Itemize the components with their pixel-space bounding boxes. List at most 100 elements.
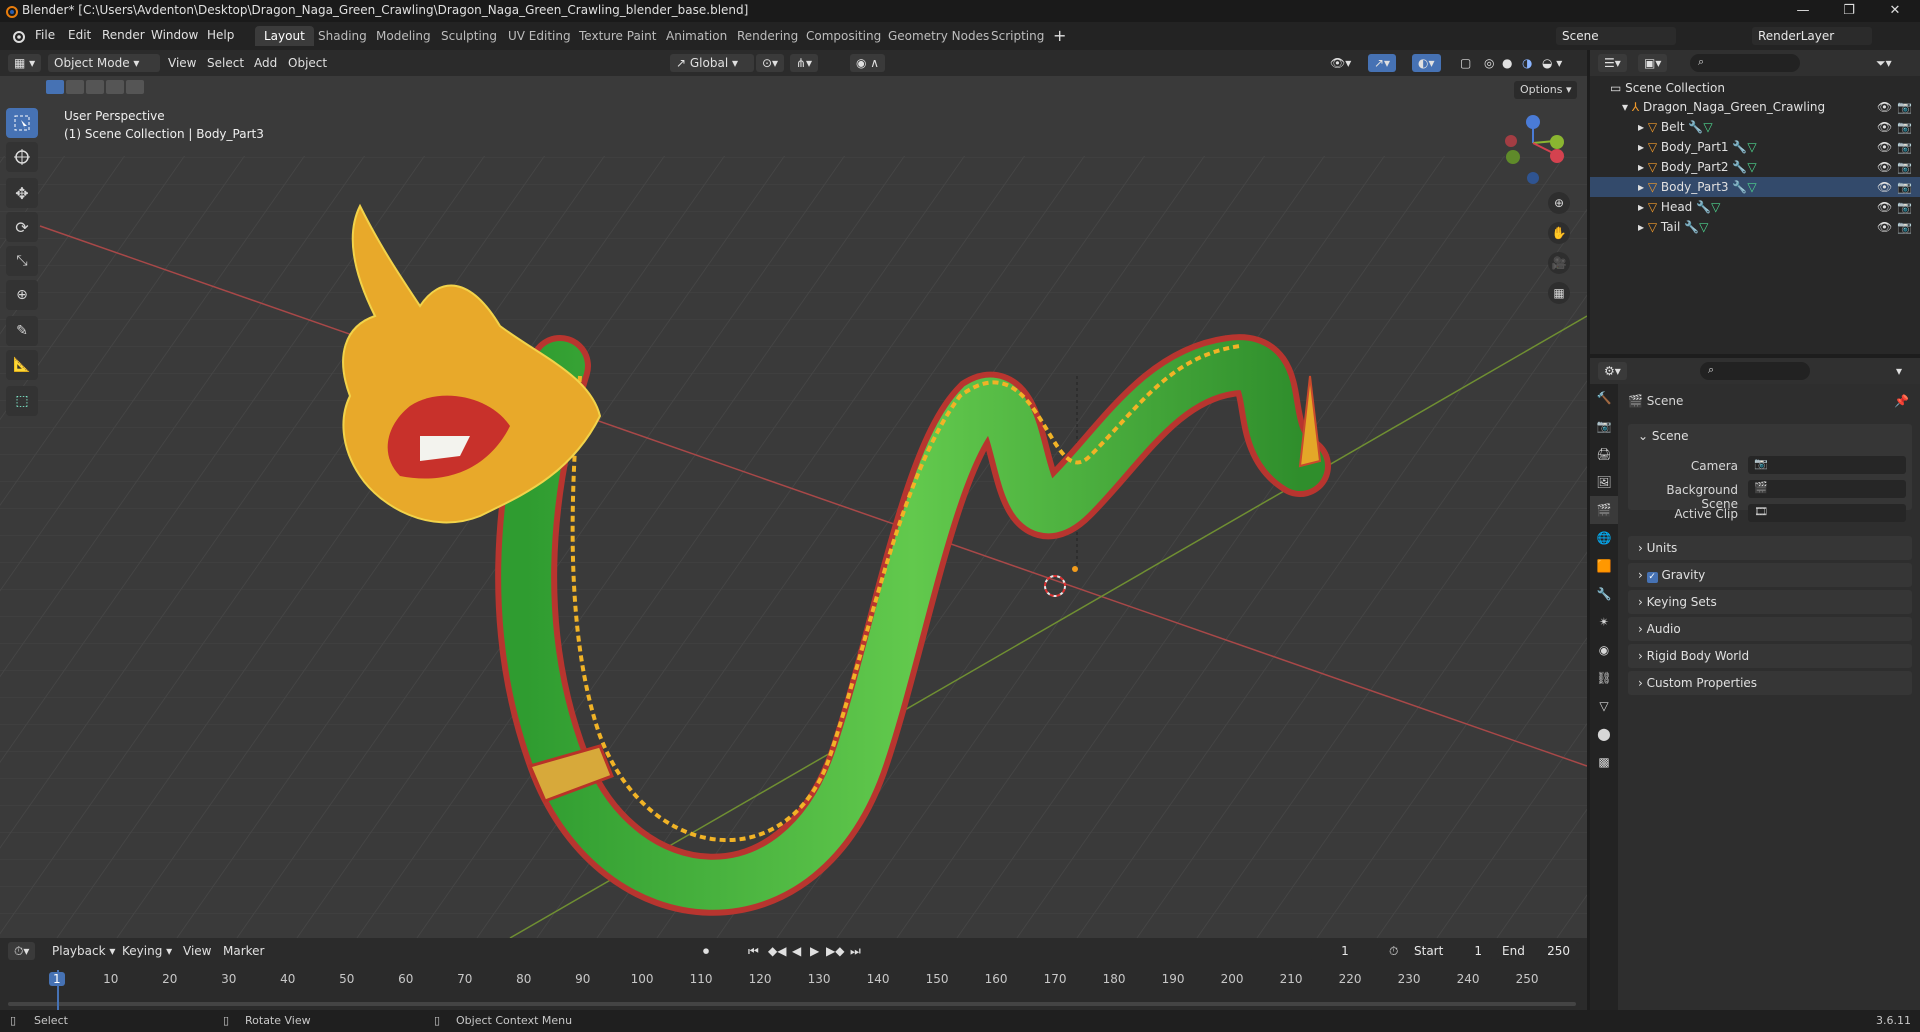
- object-tab-icon[interactable]: 🟧: [1590, 552, 1618, 580]
- render-camera-icon[interactable]: 📷: [1897, 177, 1912, 197]
- visibility-eye-icon[interactable]: 👁: [1877, 177, 1892, 197]
- scene-selector[interactable]: Scene: [1556, 27, 1676, 45]
- select-extend-icon[interactable]: [66, 80, 84, 94]
- menu-file[interactable]: File: [35, 28, 55, 42]
- prev-keyframe-icon[interactable]: ◆◀: [768, 942, 786, 960]
- rotate-tool-icon[interactable]: ⟳: [6, 212, 38, 242]
- annotate-tool-icon[interactable]: ✎: [6, 316, 38, 346]
- view-layer-tab-icon[interactable]: 🖼: [1590, 468, 1618, 496]
- expand-arrow-icon[interactable]: ▾: [1622, 100, 1628, 114]
- camera-view-icon[interactable]: 🎥: [1548, 252, 1570, 274]
- select-invert-icon[interactable]: [106, 80, 124, 94]
- cursor-tool-icon[interactable]: [6, 142, 38, 172]
- render-camera-icon[interactable]: 📷: [1897, 197, 1912, 217]
- pan-hand-icon[interactable]: ✋: [1548, 222, 1570, 244]
- material-tab-icon[interactable]: ⬤: [1590, 720, 1618, 748]
- expand-arrow-icon[interactable]: ▸: [1638, 220, 1644, 234]
- camera-field[interactable]: 📷: [1748, 456, 1906, 474]
- menu-playback[interactable]: Playback ▾: [52, 942, 115, 960]
- options-dropdown[interactable]: Options ▾: [1514, 81, 1578, 99]
- select-subtract-icon[interactable]: [86, 80, 104, 94]
- modifier-tab-icon[interactable]: 🔧: [1590, 580, 1618, 608]
- gravity-checkbox[interactable]: ✓: [1646, 572, 1658, 583]
- expand-arrow-icon[interactable]: ▸: [1638, 200, 1644, 214]
- visibility-eye-icon[interactable]: 👁: [1877, 97, 1892, 117]
- timeline-scrollbar[interactable]: [8, 1002, 1576, 1006]
- proportional-edit-icon[interactable]: ◉ ∧: [850, 54, 886, 72]
- next-keyframe-icon[interactable]: ▶◆: [826, 942, 844, 960]
- record-icon[interactable]: ⏺: [703, 942, 709, 960]
- outliner-item-body-part1[interactable]: ▸ ▽ Body_Part1 🔧▽ 👁 📷: [1590, 137, 1920, 157]
- minimize-button[interactable]: —: [1780, 0, 1826, 22]
- visibility-icon[interactable]: 👁▾: [1330, 54, 1351, 72]
- section-custom-properties[interactable]: › Custom Properties: [1628, 671, 1912, 695]
- blender-menu-icon[interactable]: [10, 28, 26, 44]
- select-new-icon[interactable]: [46, 80, 64, 94]
- tab-animation[interactable]: Animation: [657, 26, 736, 46]
- output-tab-icon[interactable]: 🖨: [1590, 440, 1618, 468]
- tab-uv-editing[interactable]: UV Editing: [499, 26, 580, 46]
- current-frame-field[interactable]: 1: [1309, 942, 1381, 960]
- expand-arrow-icon[interactable]: ▸: [1638, 120, 1644, 134]
- overlay-toggle-icon[interactable]: ◐▾: [1412, 54, 1441, 72]
- tool-tab-icon[interactable]: 🔨: [1590, 384, 1618, 412]
- menu-keying[interactable]: Keying ▾: [122, 942, 172, 960]
- shading-wireframe-icon[interactable]: ◎: [1484, 54, 1494, 72]
- select-box-tool-icon[interactable]: [6, 108, 38, 138]
- expand-arrow-icon[interactable]: ▸: [1638, 180, 1644, 194]
- pin-icon[interactable]: 📌: [1894, 394, 1909, 408]
- 3d-viewport[interactable]: User Perspective (1) Scene Collection | …: [0, 76, 1587, 938]
- pivot-icon[interactable]: ⊙▾: [756, 54, 785, 72]
- scale-tool-icon[interactable]: ⤡: [6, 246, 38, 276]
- visibility-eye-icon[interactable]: 👁: [1877, 137, 1892, 157]
- outliner-item-belt[interactable]: ▸ ▽ Belt 🔧▽ 👁 📷: [1590, 117, 1920, 137]
- scene-panel-header[interactable]: ⌄ Scene: [1628, 429, 1688, 443]
- visibility-eye-icon[interactable]: 👁: [1877, 117, 1892, 137]
- orientation-dropdown[interactable]: ↗ Global ▾: [670, 54, 754, 72]
- editor-type-icon[interactable]: ▦ ▾: [8, 54, 42, 72]
- timeline-editor-type-icon[interactable]: ⏱▾: [8, 942, 36, 960]
- menu-view[interactable]: View: [168, 54, 196, 72]
- menu-add[interactable]: Add: [254, 54, 277, 72]
- tab-layout[interactable]: Layout: [255, 26, 314, 46]
- world-tab-icon[interactable]: 🌐: [1590, 524, 1618, 552]
- particles-tab-icon[interactable]: ✴: [1590, 608, 1618, 636]
- active-clip-field[interactable]: 🎞: [1748, 504, 1906, 522]
- constraints-tab-icon[interactable]: ⛓: [1590, 664, 1618, 692]
- zoom-icon[interactable]: ⊕: [1548, 192, 1570, 214]
- properties-options-icon[interactable]: ▾: [1896, 362, 1902, 380]
- section-gravity[interactable]: › ✓ Gravity: [1628, 563, 1912, 587]
- perspective-toggle-icon[interactable]: ▦: [1548, 282, 1570, 304]
- visibility-eye-icon[interactable]: 👁: [1877, 197, 1892, 217]
- gizmo-toggle-icon[interactable]: ↗▾: [1368, 54, 1397, 72]
- section-rigid-body-world[interactable]: › Rigid Body World: [1628, 644, 1912, 668]
- render-camera-icon[interactable]: 📷: [1897, 157, 1912, 177]
- expand-arrow-icon[interactable]: ▸: [1638, 140, 1644, 154]
- tab-compositing[interactable]: Compositing: [797, 26, 890, 46]
- preview-range-icon[interactable]: ⏱: [1389, 942, 1398, 960]
- render-camera-icon[interactable]: 📷: [1897, 217, 1912, 237]
- display-mode-icon[interactable]: ▣▾: [1638, 54, 1668, 72]
- section-audio[interactable]: › Audio: [1628, 617, 1912, 641]
- section-keying-sets[interactable]: › Keying Sets: [1628, 590, 1912, 614]
- measure-tool-icon[interactable]: 📐: [6, 350, 38, 380]
- texture-tab-icon[interactable]: ▩: [1590, 748, 1618, 776]
- menu-marker[interactable]: Marker: [223, 942, 264, 960]
- transform-tool-icon[interactable]: ⊕: [6, 280, 38, 310]
- tab-texture-paint[interactable]: Texture Paint: [570, 26, 665, 46]
- maximize-button[interactable]: ❐: [1826, 0, 1872, 22]
- physics-tab-icon[interactable]: ◉: [1590, 636, 1618, 664]
- move-tool-icon[interactable]: ✥: [6, 178, 38, 208]
- data-tab-icon[interactable]: ▽: [1590, 692, 1618, 720]
- render-camera-icon[interactable]: 📷: [1897, 117, 1912, 137]
- outliner-collection-row[interactable]: ▾ ⅄ Dragon_Naga_Green_Crawling 👁 📷: [1590, 97, 1920, 117]
- snap-icon[interactable]: ⋔▾: [790, 54, 819, 72]
- tab-scripting[interactable]: Scripting: [982, 26, 1053, 46]
- outliner-item-body-part2[interactable]: ▸ ▽ Body_Part2 🔧▽ 👁 📷: [1590, 157, 1920, 177]
- menu-render[interactable]: Render: [102, 28, 145, 42]
- xray-icon[interactable]: ▢: [1460, 54, 1471, 72]
- select-intersect-icon[interactable]: [126, 80, 144, 94]
- render-tab-icon[interactable]: 📷: [1590, 412, 1618, 440]
- menu-edit[interactable]: Edit: [68, 28, 91, 42]
- tab-modeling[interactable]: Modeling: [367, 26, 440, 46]
